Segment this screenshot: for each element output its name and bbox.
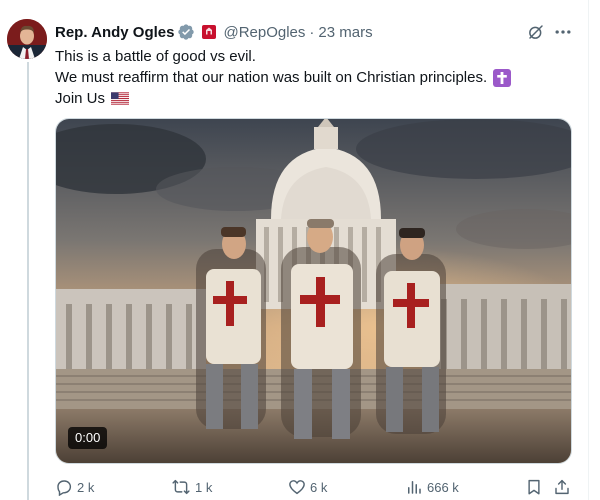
- repost-icon: [171, 478, 191, 496]
- video-thumbnail: [56, 119, 571, 463]
- affiliation-badge-icon[interactable]: [201, 24, 217, 40]
- tweet-header: Rep. Andy Ogles @RepOgles · 23 mars: [55, 22, 373, 42]
- views-chart-icon: [405, 478, 423, 496]
- reply-button[interactable]: 2 k: [55, 476, 94, 498]
- tweet-text: This is a battle of good vs evil. We mus…: [55, 46, 575, 109]
- tweet-text-line: Join Us: [55, 88, 575, 109]
- reply-icon: [55, 478, 73, 496]
- like-count: 6 k: [310, 479, 328, 495]
- video-player[interactable]: 0:00: [55, 118, 572, 464]
- grok-icon[interactable]: [526, 22, 546, 42]
- verified-badge-icon: [177, 23, 195, 41]
- heart-icon: [288, 478, 306, 496]
- author-handle[interactable]: @RepOgles: [223, 24, 305, 41]
- share-button[interactable]: [553, 476, 571, 498]
- more-options-icon[interactable]: [552, 22, 574, 42]
- tweet-article[interactable]: Rep. Andy Ogles @RepOgles · 23 mars This…: [0, 0, 589, 500]
- bookmark-button[interactable]: [525, 476, 543, 498]
- repost-count: 1 k: [195, 479, 213, 495]
- reply-count: 2 k: [77, 479, 95, 495]
- avatar[interactable]: [7, 19, 47, 59]
- views-count: 666 k: [427, 479, 459, 495]
- thread-line: [27, 62, 29, 500]
- latin-cross-emoji: [493, 68, 512, 87]
- tweet-date[interactable]: 23 mars: [318, 24, 372, 41]
- tweet-text-line: This is a battle of good vs evil.: [55, 48, 256, 65]
- views-button[interactable]: 666 k: [405, 476, 459, 498]
- share-icon: [553, 478, 571, 496]
- like-button[interactable]: 6 k: [288, 476, 327, 498]
- bookmark-icon: [525, 478, 543, 496]
- action-bar: 2 k 1 k 6 k 666 k: [55, 476, 575, 498]
- us-flag-emoji: [111, 92, 130, 105]
- repost-button[interactable]: 1 k: [171, 476, 212, 498]
- separator-dot: ·: [309, 23, 315, 41]
- video-timestamp: 0:00: [68, 427, 108, 449]
- tweet-text-line: We must reaffirm that our nation was bui…: [55, 67, 575, 88]
- author-name[interactable]: Rep. Andy Ogles: [55, 24, 174, 41]
